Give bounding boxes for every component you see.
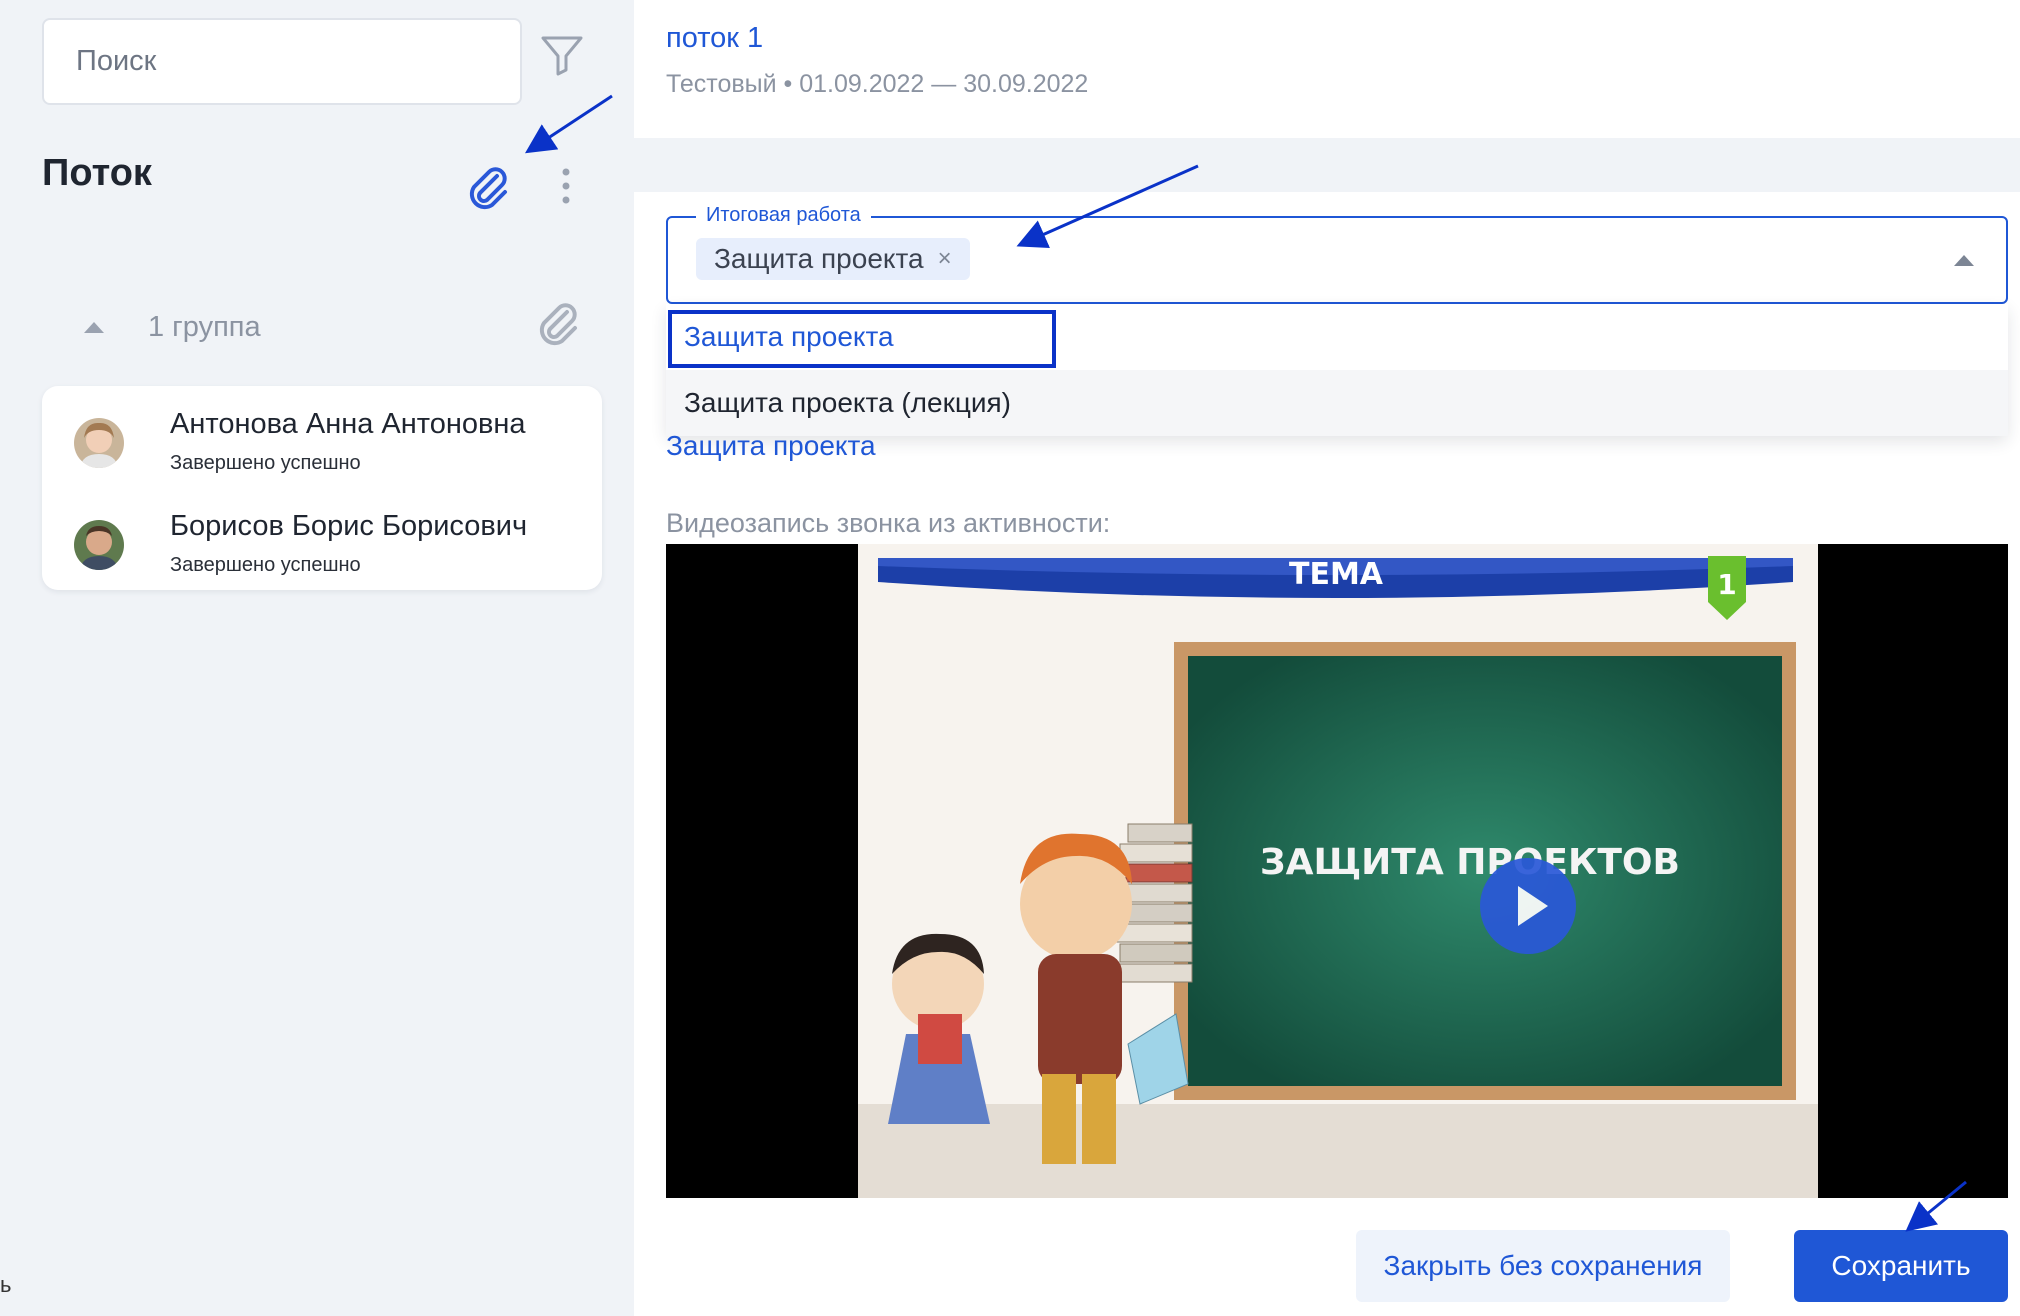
list-item[interactable]: Борисов Борис Борисович Завершено успешн… bbox=[74, 510, 594, 590]
play-button[interactable] bbox=[1480, 858, 1576, 954]
final-work-select[interactable]: Итоговая работа Защита проекта × bbox=[666, 204, 2008, 304]
student-name: Борисов Борис Борисович bbox=[170, 510, 528, 542]
final-work-dropdown: Защита проекта Защита проекта (лекция) bbox=[666, 304, 2008, 436]
group-label: 1 группа bbox=[148, 310, 261, 343]
selected-chip: Защита проекта × bbox=[696, 238, 970, 280]
caret-up-icon[interactable] bbox=[1954, 255, 1974, 266]
sidebar: Поиск Поток 1 группа Антонова Анна Антон… bbox=[0, 0, 630, 1316]
final-work-link[interactable]: Защита проекта bbox=[666, 430, 876, 462]
search-input[interactable]: Поиск bbox=[42, 18, 522, 105]
banner-text: ТЕМА bbox=[1289, 557, 1384, 592]
close-without-save-label: Закрыть без сохранения bbox=[1383, 1250, 1703, 1281]
save-button[interactable]: Сохранить bbox=[1794, 1230, 2008, 1302]
more-vertical-icon[interactable] bbox=[548, 164, 584, 208]
annotation-highlight-box bbox=[668, 310, 1056, 368]
student-status: Завершено успешно bbox=[170, 452, 361, 474]
dropdown-option-label: Защита проекта (лекция) bbox=[684, 387, 1011, 418]
avatar bbox=[74, 418, 124, 468]
stream-header: поток 1 Тестовый • 01.09.2022 — 30.09.20… bbox=[634, 0, 2020, 138]
video-player[interactable]: ТЕМА 1 ЗАЩИТА ПРОЕКТОВ bbox=[666, 544, 2008, 1200]
caret-up-icon[interactable] bbox=[84, 321, 104, 333]
student-name: Антонова Анна Антоновна bbox=[170, 408, 526, 440]
page-subtitle: Тестовый • 01.09.2022 — 30.09.2022 bbox=[666, 70, 1089, 98]
badge-number: 1 bbox=[1717, 568, 1736, 601]
page-title: поток 1 bbox=[666, 22, 764, 54]
play-icon bbox=[1518, 886, 1548, 926]
paperclip-icon[interactable] bbox=[533, 298, 581, 346]
stream-title: Поток bbox=[42, 152, 152, 194]
clipped-text: ь bbox=[0, 1272, 12, 1297]
filter-icon[interactable] bbox=[538, 32, 586, 80]
close-without-save-button[interactable]: Закрыть без сохранения bbox=[1356, 1230, 1730, 1302]
group-row[interactable]: 1 группа bbox=[84, 302, 584, 352]
dropdown-option[interactable]: Защита проекта (лекция) bbox=[666, 370, 2008, 436]
student-list: Антонова Анна Антоновна Завершено успешн… bbox=[42, 386, 602, 590]
close-icon[interactable]: × bbox=[938, 245, 952, 273]
paperclip-icon[interactable] bbox=[463, 162, 511, 210]
list-item[interactable]: Антонова Анна Антоновна Завершено успешн… bbox=[74, 408, 594, 488]
search-placeholder: Поиск bbox=[76, 45, 157, 77]
save-label: Сохранить bbox=[1831, 1250, 1971, 1281]
final-work-label: Итоговая работа bbox=[696, 204, 871, 227]
selected-chip-label: Защита проекта bbox=[714, 243, 924, 274]
board-text: ЗАЩИТА ПРОЕКТОВ bbox=[1260, 842, 1680, 883]
video-frame: ТЕМА 1 ЗАЩИТА ПРОЕКТОВ bbox=[858, 544, 1818, 1200]
video-label: Видеозапись звонка из активности: bbox=[666, 508, 1111, 538]
avatar bbox=[74, 520, 124, 570]
student-status: Завершено успешно bbox=[170, 554, 361, 576]
